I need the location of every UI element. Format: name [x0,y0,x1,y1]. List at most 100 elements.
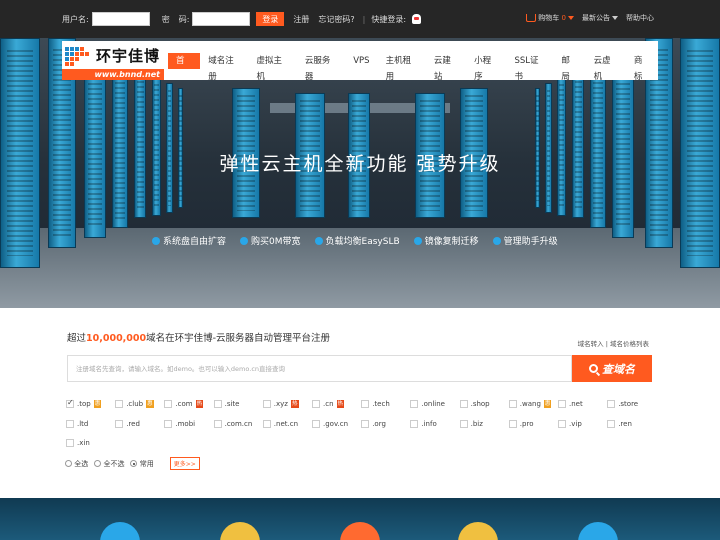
tld-label: .mobi [175,419,196,428]
select-none-option[interactable]: 全不选 [94,459,124,469]
username-input[interactable] [91,12,150,26]
tld-option[interactable]: .xyz 热 [262,399,299,409]
select-all-option[interactable]: 全选 [65,459,88,469]
checkbox-icon [459,400,468,408]
tld-label: .com.cn [224,419,253,428]
qq-icon[interactable] [412,14,422,24]
tld-option[interactable]: .com 热 [164,399,204,409]
nav-item-cloud-vhost[interactable]: 云虚机 [586,53,626,82]
tld-option[interactable]: .xin [66,438,90,448]
checkbox-icon [115,400,124,408]
feature-circle-icon [220,522,260,540]
nav-item-home[interactable]: 首页 [168,53,201,82]
search-icon [589,364,598,373]
main-nav: 首页 域名注册 虚拟主机 云服务器 VPS 主机租用 云建站 小程序 SSL证书… [168,53,658,82]
search-domain-button[interactable]: 查域名 [572,355,652,382]
tld-option[interactable]: .red [115,419,140,429]
checkbox-icon [558,400,566,408]
tld-label: .club [126,400,144,408]
nav-item-site-builder[interactable]: 云建站 [426,53,466,82]
logo[interactable]: 环宇佳博 www.bnnd.net [62,41,164,80]
tld-option[interactable]: .tech [361,399,390,409]
tld-label: .ltd [77,419,89,428]
tld-label: .top [77,400,91,408]
main-header: 环宇佳博 www.bnnd.net 首页 域名注册 虚拟主机 云服务器 VPS … [62,41,658,82]
feature-circle-icon [578,522,618,540]
domain-search-input[interactable]: 注册域名先查询，请输入域名。如demo。也可以输入demo.cn直接查询 [67,355,572,382]
login-form: 用户名: 密 码: 登录 注册 忘记密码? | 快捷登录: [62,12,422,26]
password-input[interactable] [192,12,251,26]
checkbox-icon [213,400,222,408]
tld-option[interactable]: .biz [459,419,483,429]
features-section [0,498,720,540]
tld-option[interactable]: .mobi [164,419,195,429]
domain-links[interactable]: 域名转入 | 域名价格列表 [578,338,649,348]
feature-item: 购买0M带宽 [240,234,301,247]
feature-item: 系统盘自由扩容 [152,234,226,247]
tld-option[interactable]: .wang 惠 [508,399,552,409]
ceiling-light [270,103,450,113]
nav-item-server-rental[interactable]: 主机租用 [378,53,426,82]
tld-option[interactable]: .store [607,399,638,409]
nav-item-hosting[interactable]: 虚拟主机 [249,53,297,82]
feature-circle-icon [100,522,140,540]
server-rack [680,38,720,268]
tld-option[interactable]: .site [213,399,239,409]
tld-option[interactable]: .net [558,399,583,409]
register-link[interactable]: 注册 [293,14,309,25]
checkbox-icon [508,419,517,428]
tld-option[interactable]: .cn 热 [312,399,345,409]
cart-label: 购物车 [538,14,560,22]
tld-label: .red [126,419,140,428]
tld-option[interactable]: .club 惠 [115,399,154,409]
nav-item-ssl[interactable]: SSL证书 [506,53,553,82]
tld-option[interactable]: .org [361,419,386,429]
tld-label: .com [175,400,193,408]
server-rack [572,68,584,218]
tld-label: .ren [618,419,632,428]
tld-option[interactable]: .com.cn [213,419,253,429]
tld-option[interactable]: .ren [607,419,632,429]
nav-item-trademark[interactable]: 商标 [626,53,658,82]
radio-icon [94,460,102,467]
nav-item-cloud-server[interactable]: 云服务器 [297,53,345,82]
feature-circle-icon [458,522,498,540]
checkbox-icon [558,419,566,428]
server-rack [152,76,161,216]
tld-label: .online [421,400,445,408]
server-rack [348,93,370,218]
tld-option[interactable]: .top惠 [66,398,102,409]
tld-option[interactable]: .ltd [66,419,88,429]
select-common-option[interactable]: 常用 [130,459,154,469]
checkbox-icon [213,419,222,428]
bullet-icon [413,236,422,245]
tld-option[interactable]: .shop [459,399,490,409]
login-button[interactable]: 登录 [256,12,285,26]
tld-option[interactable]: .net.cn [262,419,299,429]
tld-label: .cn [323,400,334,408]
checkbox-icon [459,419,468,428]
nav-item-mini-program[interactable]: 小程序 [466,53,506,82]
nav-item-vps[interactable]: VPS [345,53,377,69]
tld-option[interactable]: .vip [558,419,582,429]
server-rack [295,93,325,218]
password-label: 密 [161,14,170,24]
help-center-link[interactable]: 帮助中心 [626,13,654,23]
tld-label: .net.cn [273,419,299,428]
nav-item-domain[interactable]: 域名注册 [200,53,248,82]
more-tlds-button[interactable]: 更多>> [169,457,200,470]
tld-option[interactable]: .gov.cn [312,419,348,429]
forgot-password-link[interactable]: 忘记密码? [318,14,354,25]
top-bar: 用户名: 密 码: 登录 注册 忘记密码? | 快捷登录: 购物车 0 最新公告… [0,0,720,38]
username-label: 用户名: [62,14,89,24]
bullet-icon [152,236,160,245]
nav-item-mail[interactable]: 邮局 [553,53,585,82]
bullet-icon [314,236,323,245]
tld-option[interactable]: .pro [508,419,533,429]
logo-grid-icon [65,47,89,66]
cart-link[interactable]: 购物车 0 [526,13,574,23]
notice-link[interactable]: 最新公告 [582,13,618,23]
tld-option[interactable]: .online [410,399,445,409]
checkbox-icon [410,419,419,428]
tld-option[interactable]: .info [410,419,437,429]
